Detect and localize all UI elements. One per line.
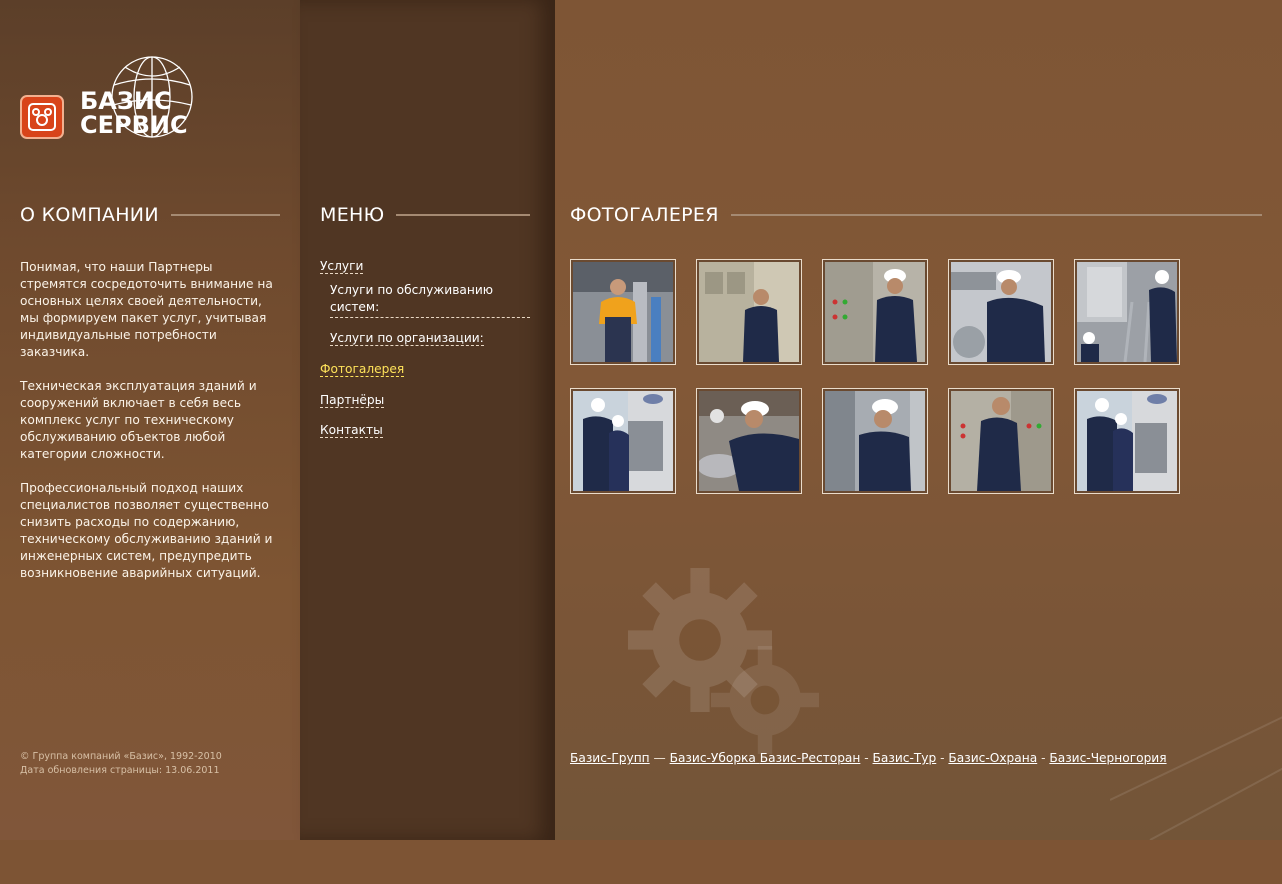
gallery-thumb[interactable] (696, 388, 802, 494)
link-separator: — (649, 751, 670, 765)
link-basis-security[interactable]: Базис-Охрана (948, 751, 1037, 765)
photo-worker-cabinet (699, 262, 799, 362)
about-heading: О КОМПАНИИ (20, 202, 280, 228)
about-paragraph: Профессиональный подход наших специалист… (20, 481, 273, 580)
gallery-heading: ФОТОГАЛЕРЕЯ (570, 202, 1262, 228)
gears-icon (28, 103, 56, 131)
menu-link-contacts[interactable]: Контакты (320, 423, 383, 438)
link-basis-cleaning[interactable]: Базис-Уборка (670, 751, 760, 765)
menu-item-partners[interactable]: Партнёры (320, 393, 385, 408)
link-basis-tour[interactable]: Базис-Тур (873, 751, 937, 765)
link-separator: - (1037, 751, 1050, 765)
heading-rule (730, 214, 1262, 216)
menu-link-partners[interactable]: Партнёры (320, 393, 385, 408)
about-paragraph: Техническая эксплуатация зданий и сооруж… (20, 379, 257, 461)
menu-item-contacts[interactable]: Контакты (320, 423, 383, 438)
gallery-thumb[interactable] (570, 388, 676, 494)
link-basis-montenegro[interactable]: Базис-Черногория (1049, 751, 1166, 765)
brand-name: БАЗИС СЕРВИС (80, 89, 188, 137)
menu-link-gallery[interactable]: Фотогалерея (320, 362, 405, 377)
menu-subitem-organization[interactable]: Услуги по организации: (330, 331, 484, 346)
brand-line-2: СЕРВИС (80, 111, 188, 139)
photo-worker-panel (825, 262, 925, 362)
menu-item-gallery[interactable]: Фотогалерея (320, 362, 405, 377)
about-heading-text: О КОМПАНИИ (20, 204, 159, 226)
gallery-thumb[interactable] (1074, 259, 1180, 365)
photo-workers-carrier (573, 391, 673, 491)
photo-workers-carrier-2 (1077, 391, 1177, 491)
link-basis-group[interactable]: Базис-Групп (570, 751, 650, 765)
gallery-thumb[interactable] (1074, 388, 1180, 494)
about-text: Понимая, что наши Партнеры стремятся сос… (20, 259, 282, 599)
link-basis-restaurant[interactable]: Базис-Ресторан (760, 751, 861, 765)
gallery-thumb[interactable] (696, 259, 802, 365)
brand-line-1: БАЗИС (80, 87, 172, 115)
photo-worker-pipes (573, 262, 673, 362)
bottom-strip (0, 840, 1282, 884)
decorative-lines (1110, 716, 1282, 840)
heading-rule (170, 214, 280, 216)
about-paragraph: Понимая, что наши Партнеры стремятся сос… (20, 260, 273, 359)
gallery-thumb[interactable] (822, 388, 928, 494)
menu-link-organization[interactable]: Услуги по организации: (330, 331, 484, 346)
photo-worker-radio (825, 391, 925, 491)
photo-worker-gauges (699, 391, 799, 491)
logo[interactable]: БАЗИС СЕРВИС (20, 55, 200, 145)
menu-heading: МЕНЮ (320, 202, 530, 228)
gallery-thumb[interactable] (948, 259, 1054, 365)
gallery-thumb[interactable] (948, 388, 1054, 494)
menu-item-services[interactable]: Услуги (320, 259, 364, 274)
menu-heading-text: МЕНЮ (320, 204, 385, 226)
menu-link-services[interactable]: Услуги (320, 259, 364, 274)
group-links: Базис-Групп — Базис-Уборка Базис-Рестора… (570, 751, 1250, 765)
gallery-heading-text: ФОТОГАЛЕРЕЯ (570, 204, 719, 226)
photo-worker-switchboard (951, 391, 1051, 491)
menu-subitem-system-maintenance[interactable]: Услуги по обслуживанию систем: (330, 282, 530, 318)
link-separator: - (936, 751, 949, 765)
heading-rule (396, 214, 530, 216)
footer-copyright: © Группа компаний «Базис», 1992-2010 Дат… (20, 750, 280, 778)
photo-worker-machinery (951, 262, 1051, 362)
copyright-text: © Группа компаний «Базис», 1992-2010 (20, 751, 222, 762)
link-separator: - (860, 751, 873, 765)
gallery-thumb[interactable] (570, 259, 676, 365)
updated-date-text: Дата обновления страницы: 13.06.2011 (20, 765, 220, 776)
photo-worker-ladder (1077, 262, 1177, 362)
brand-badge-icon (20, 95, 64, 139)
menu-column-bg (300, 0, 555, 840)
gallery-thumb[interactable] (822, 259, 928, 365)
gear-decoration-small-icon (711, 646, 819, 754)
